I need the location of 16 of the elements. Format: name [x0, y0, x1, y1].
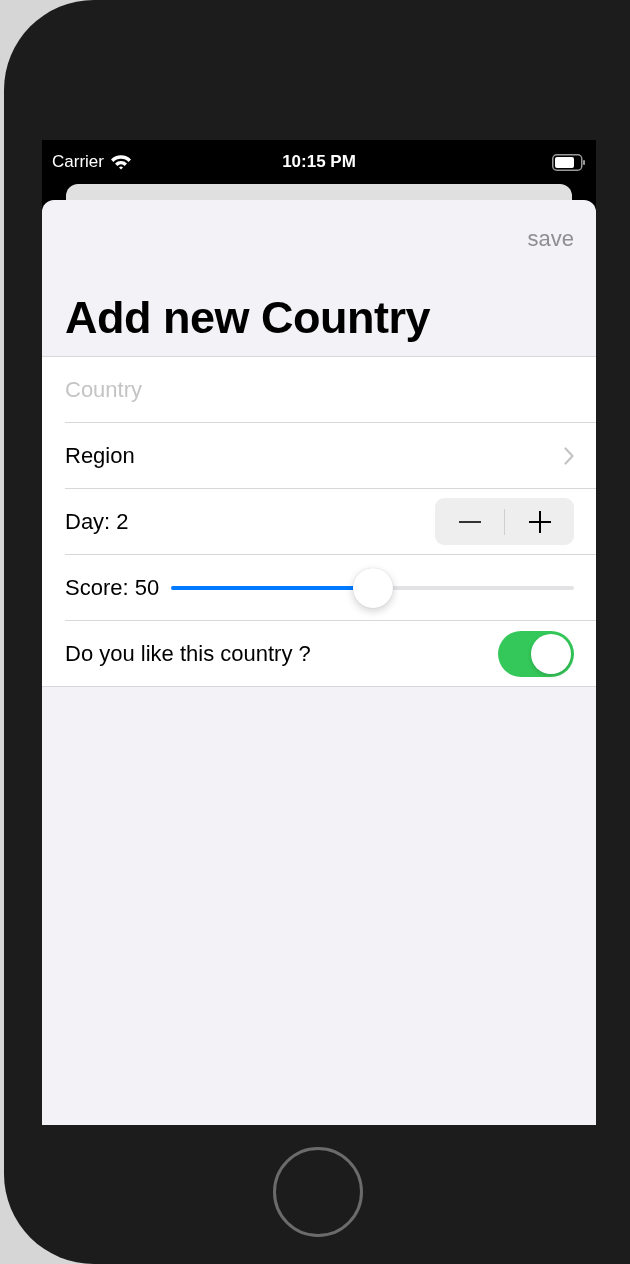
wifi-icon	[109, 154, 132, 170]
day-label: Day: 2	[65, 508, 130, 535]
like-toggle[interactable]	[498, 630, 574, 677]
like-label: Do you like this country ?	[65, 640, 312, 667]
battery-icon	[552, 153, 586, 171]
score-slider[interactable]	[171, 567, 574, 608]
carrier-label: Carrier	[52, 152, 104, 172]
page-title: Add new Country	[65, 292, 431, 344]
clock-time: 10:15 PM	[282, 152, 356, 171]
chevron-right-icon	[564, 446, 574, 465]
score-label: Score: 50	[65, 574, 160, 601]
country-field[interactable]: Country	[65, 376, 574, 403]
slider-thumb[interactable]	[352, 567, 393, 608]
region-label: Region	[65, 442, 136, 469]
home-button[interactable]	[273, 1146, 363, 1237]
region-row[interactable]: Region	[65, 423, 596, 489]
